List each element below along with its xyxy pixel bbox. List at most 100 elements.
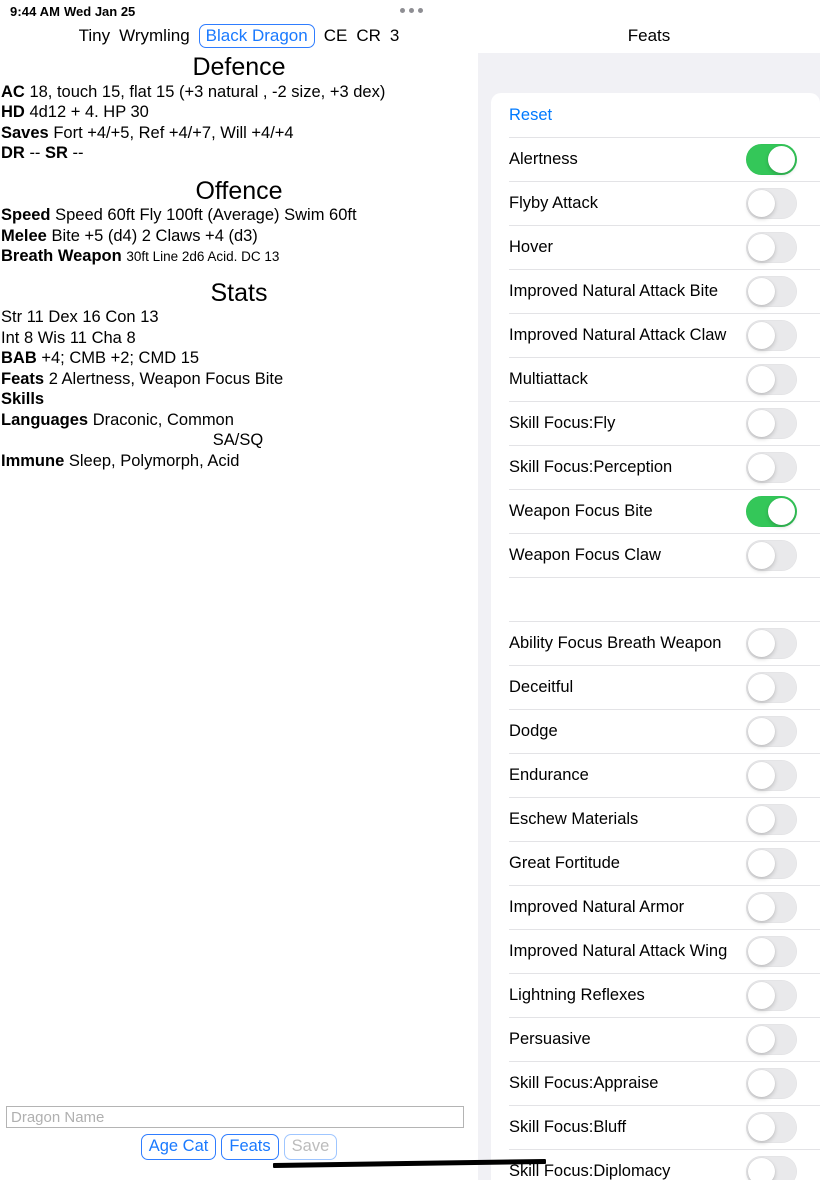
feat-toggle[interactable] <box>746 451 797 483</box>
list-item[interactable]: Improved Natural Attack Bite <box>491 269 820 313</box>
dragon-name-input[interactable] <box>6 1106 464 1128</box>
list-item[interactable]: Eschew Materials <box>491 797 820 841</box>
feat-toggle[interactable] <box>746 1023 797 1055</box>
feat-toggle[interactable] <box>746 979 797 1011</box>
list-item[interactable]: Deceitful <box>491 665 820 709</box>
feat-toggle[interactable] <box>746 891 797 923</box>
feat-toggle[interactable] <box>746 275 797 307</box>
list-item[interactable]: Skill Focus:Bluff <box>491 1105 820 1149</box>
list-item[interactable]: Skill Focus:Perception <box>491 445 820 489</box>
creature-age-category: Wrymling <box>119 26 190 45</box>
reset-label: Reset <box>509 105 553 124</box>
list-item[interactable]: Persuasive <box>491 1017 820 1061</box>
languages-label: Languages <box>1 410 89 429</box>
feat-toggle[interactable] <box>746 1111 797 1143</box>
feat-toggle[interactable] <box>746 539 797 571</box>
feat-toggle[interactable] <box>746 627 797 659</box>
age-cat-button[interactable]: Age Cat <box>140 1134 217 1160</box>
feat-label: Multiattack <box>509 369 588 388</box>
feats-pane: Feats Reset Alertness Flyby Attack Hover… <box>478 0 820 1180</box>
feat-toggle[interactable] <box>746 319 797 351</box>
feat-toggle[interactable] <box>746 187 797 219</box>
wis-label: Wis <box>37 328 66 347</box>
feat-toggle[interactable] <box>746 407 797 439</box>
dragon-type-button[interactable]: Black Dragon <box>198 23 315 49</box>
list-item[interactable]: Skill Focus:Appraise <box>491 1061 820 1105</box>
offence-row-melee: Melee Bite +5 (d4) 2 Claws +4 (d3) <box>0 226 478 247</box>
feat-label: Skill Focus:Diplomacy <box>509 1161 671 1180</box>
list-item[interactable]: Hover <box>491 225 820 269</box>
feat-toggle[interactable] <box>746 759 797 791</box>
stats-row-languages: Languages Draconic, Common <box>0 410 478 431</box>
feat-toggle[interactable] <box>746 363 797 395</box>
save-button[interactable]: Save <box>283 1134 338 1160</box>
feat-label: Flyby Attack <box>509 193 598 212</box>
feat-label: Persuasive <box>509 1029 591 1048</box>
defence-sr-value: -- <box>72 144 84 162</box>
feat-label: Skill Focus:Fly <box>509 413 616 432</box>
feats-value: 2 Alertness, Weapon Focus Bite <box>48 369 284 388</box>
feat-label: Weapon Focus Claw <box>509 545 661 564</box>
cha-value: 8 <box>126 328 136 347</box>
list-item[interactable]: Ability Focus Breath Weapon <box>491 621 820 665</box>
more-dots-icon[interactable] <box>400 8 423 13</box>
con-value: 13 <box>140 308 159 326</box>
feats-button[interactable]: Feats <box>221 1134 279 1160</box>
feat-label: Dodge <box>509 721 558 740</box>
defence-heading: Defence <box>192 53 286 81</box>
stats-row-bab: BAB +4; CMB +2; CMD 15 <box>0 348 478 369</box>
feat-label: Ability Focus Breath Weapon <box>509 633 722 652</box>
skills-label: Skills <box>1 390 45 408</box>
cr-value: 3 <box>389 26 400 45</box>
list-item[interactable]: Multiattack <box>491 357 820 401</box>
list-item[interactable]: Great Fortitude <box>491 841 820 885</box>
stat-block-content: Defence AC 18, touch 15, flat 15 (+3 nat… <box>0 50 478 472</box>
list-item[interactable]: Weapon Focus Claw <box>491 533 820 577</box>
stat-block-pane: Tiny Wrymling Black Dragon CE CR 3 Defen… <box>0 22 478 1180</box>
list-item[interactable]: Weapon Focus Bite <box>491 489 820 533</box>
bab-value: +4; CMB +2; CMD 15 <box>41 349 200 367</box>
list-item[interactable]: Dodge <box>491 709 820 753</box>
feat-toggle[interactable] <box>746 803 797 835</box>
list-item[interactable]: Alertness <box>491 137 820 181</box>
reset-row[interactable]: Reset <box>491 93 820 137</box>
feat-toggle[interactable] <box>746 715 797 747</box>
feat-label: Skill Focus:Perception <box>509 457 673 476</box>
dex-label: Dex <box>48 308 78 326</box>
feat-toggle[interactable] <box>746 143 797 175</box>
offence-breath-label: Breath Weapon <box>1 247 122 265</box>
feats-label: Feats <box>1 369 45 388</box>
list-item[interactable]: Skill Focus:Diplomacy <box>491 1149 820 1180</box>
feat-label: Great Fortitude <box>509 853 620 872</box>
defence-ac-value: 18, touch 15, flat 15 (+3 natural , -2 s… <box>29 82 386 101</box>
offence-melee-label: Melee <box>1 226 47 245</box>
feat-label: Improved Natural Attack Claw <box>509 325 727 344</box>
cr-label: CR <box>356 26 381 45</box>
list-item[interactable]: Lightning Reflexes <box>491 973 820 1017</box>
status-time: 9:44 AM <box>10 4 61 19</box>
feat-toggle[interactable] <box>746 1155 797 1180</box>
str-value: 11 <box>26 308 44 326</box>
feat-label: Skill Focus:Appraise <box>509 1073 659 1092</box>
stats-row-feats: Feats 2 Alertness, Weapon Focus Bite <box>0 369 478 390</box>
int-label: Int <box>1 328 20 347</box>
feat-toggle[interactable] <box>746 935 797 967</box>
feat-toggle[interactable] <box>746 495 797 527</box>
feat-toggle[interactable] <box>746 1067 797 1099</box>
list-item[interactable]: Improved Natural Attack Claw <box>491 313 820 357</box>
feat-toggle[interactable] <box>746 231 797 263</box>
list-item[interactable]: Flyby Attack <box>491 181 820 225</box>
list-item[interactable]: Endurance <box>491 753 820 797</box>
defence-hd-value: 4d12 + 4. HP 30 <box>29 103 149 121</box>
defence-row-saves: Saves Fort +4/+5, Ref +4/+7, Will +4/+4 <box>0 123 478 144</box>
feat-toggle[interactable] <box>746 671 797 703</box>
feat-label: Improved Natural Attack Bite <box>509 281 719 300</box>
offence-row-breath-weapon: Breath Weapon 30ft Line 2d6 Acid. DC 13 <box>0 246 478 268</box>
list-item[interactable]: Improved Natural Attack Wing <box>491 929 820 973</box>
list-item[interactable]: Skill Focus:Fly <box>491 401 820 445</box>
list-item[interactable]: Improved Natural Armor <box>491 885 820 929</box>
stats-row-skills: Skills <box>0 389 478 410</box>
creature-title-bar: Tiny Wrymling Black Dragon CE CR 3 <box>0 22 478 50</box>
str-label: Str <box>1 308 23 326</box>
feat-toggle[interactable] <box>746 847 797 879</box>
